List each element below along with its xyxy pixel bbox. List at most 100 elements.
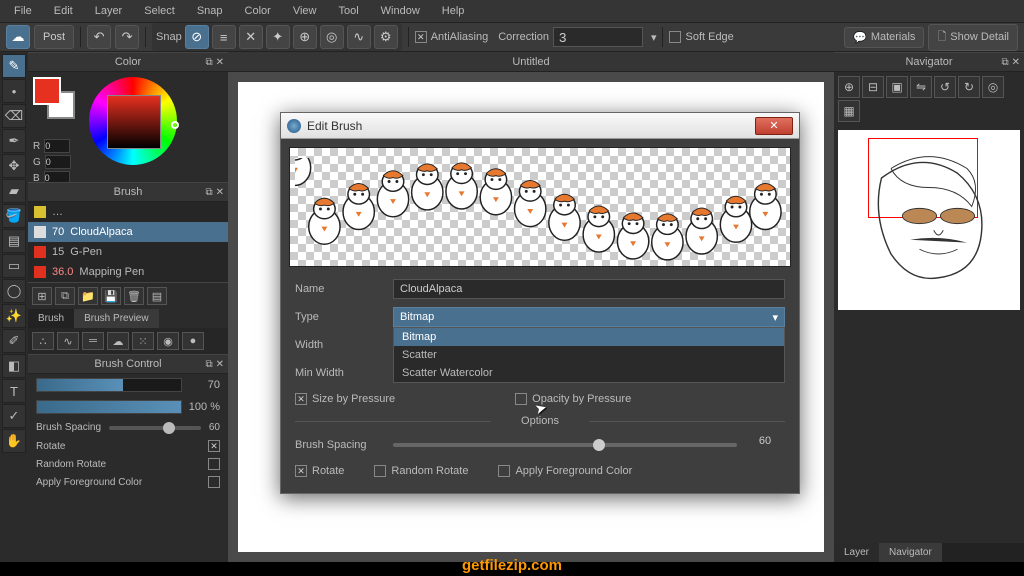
dlg-random-checkbox[interactable] [374, 465, 386, 477]
close-icon[interactable]: ✕ [216, 187, 224, 198]
brush-row[interactable]: 36.0Mapping Pen [28, 262, 228, 282]
dup-brush-button[interactable]: ⧉ [55, 287, 75, 305]
detach-icon[interactable]: ⧉ [205, 359, 212, 370]
type-select[interactable]: Bitmap▾ [393, 307, 785, 327]
redo-button[interactable]: ↷ [115, 25, 139, 49]
folder-brush-button[interactable]: 📁 [78, 287, 98, 305]
dropdown-item[interactable]: Scatter [394, 346, 784, 364]
brush-row[interactable]: 70CloudAlpaca [28, 222, 228, 242]
menu-color[interactable]: Color [235, 2, 281, 20]
zoomin-button[interactable]: ⊕ [838, 76, 860, 98]
pen-tool[interactable]: ✒ [2, 129, 26, 153]
detach-icon[interactable]: ⧉ [205, 187, 212, 198]
gradient-tool[interactable]: ▤ [2, 229, 26, 253]
fg-color-swatch[interactable] [33, 77, 61, 105]
flip-button[interactable]: ⇋ [910, 76, 932, 98]
menu-file[interactable]: File [4, 2, 42, 20]
canvas-tab[interactable]: Untitled [228, 52, 834, 72]
menu-snap[interactable]: Snap [187, 2, 233, 20]
dropdown-item[interactable]: Scatter Watercolor [394, 364, 784, 382]
brush-tool[interactable]: ✎ [2, 54, 26, 78]
hand-tool[interactable]: ✋ [2, 429, 26, 453]
shape-line[interactable]: ═ [82, 332, 104, 350]
close-icon[interactable]: ✕ [216, 359, 224, 370]
correction-input[interactable] [553, 27, 643, 47]
shape-dots[interactable]: ∴ [32, 332, 54, 350]
antialias-checkbox[interactable] [415, 31, 427, 43]
fit-button[interactable]: ▣ [886, 76, 908, 98]
eraser-tool[interactable]: ⌫ [2, 104, 26, 128]
bspacing-slider[interactable] [393, 443, 737, 447]
snap-radial-icon[interactable]: ⊕ [293, 25, 317, 49]
spacing-slider[interactable] [109, 426, 201, 430]
g-input[interactable] [45, 155, 71, 169]
size-slider[interactable] [36, 378, 182, 392]
menu-edit[interactable]: Edit [44, 2, 83, 20]
menu-layer[interactable]: Layer [85, 2, 133, 20]
brush-row[interactable]: 15G-Pen [28, 242, 228, 262]
snap-curve-icon[interactable]: ∿ [347, 25, 371, 49]
more-brush-button[interactable]: ▤ [147, 287, 167, 305]
r-input[interactable] [44, 139, 70, 153]
rotr-button[interactable]: ↻ [958, 76, 980, 98]
rotl-button[interactable]: ↺ [934, 76, 956, 98]
detach-icon[interactable]: ⧉ [205, 57, 212, 68]
softedge-checkbox[interactable] [669, 31, 681, 43]
shape-swirl[interactable]: ◉ [157, 332, 179, 350]
del-brush-button[interactable]: 🗑 [124, 287, 144, 305]
snap-circle-icon[interactable]: ◎ [320, 25, 344, 49]
menu-tool[interactable]: Tool [328, 2, 368, 20]
dialog-titlebar[interactable]: Edit Brush ✕ [281, 113, 799, 139]
cloud-button[interactable]: ☁ [6, 25, 30, 49]
showdetail-button[interactable]: 🗋 Show Detail [928, 24, 1018, 51]
opacity-slider[interactable] [36, 400, 182, 414]
post-button[interactable]: Post [34, 25, 74, 49]
shape-soft[interactable]: ● [182, 332, 204, 350]
save-brush-button[interactable]: 💾 [101, 287, 121, 305]
menu-select[interactable]: Select [134, 2, 185, 20]
lasso-tool[interactable]: ◯ [2, 279, 26, 303]
menu-window[interactable]: Window [371, 2, 430, 20]
menu-view[interactable]: View [283, 2, 327, 20]
undo-button[interactable]: ↶ [87, 25, 111, 49]
bucket-tool[interactable]: 🪣 [2, 204, 26, 228]
reset-button[interactable]: ◎ [982, 76, 1004, 98]
snap-parallel-icon[interactable]: ≡ [212, 25, 236, 49]
snap-settings-icon[interactable]: ⚙ [374, 25, 398, 49]
move-tool[interactable]: ✥ [2, 154, 26, 178]
rotate-checkbox[interactable] [208, 440, 220, 452]
tab-brush-preview[interactable]: Brush Preview [74, 309, 158, 328]
marquee-tool[interactable]: ▭ [2, 254, 26, 278]
selectpen-tool[interactable]: ✐ [2, 329, 26, 353]
menu-help[interactable]: Help [432, 2, 475, 20]
tab-brush[interactable]: Brush [28, 309, 74, 328]
shape-wave[interactable]: ∿ [57, 332, 79, 350]
zoomout-button[interactable]: ⊟ [862, 76, 884, 98]
random-checkbox[interactable] [208, 458, 220, 470]
fgcolor-checkbox[interactable] [208, 476, 220, 488]
materials-button[interactable]: 💬 Materials [844, 27, 924, 48]
snap-vanish-icon[interactable]: ✦ [266, 25, 290, 49]
detach-icon[interactable]: ⧉ [1001, 57, 1008, 68]
close-icon[interactable]: ✕ [216, 57, 224, 68]
wand-tool[interactable]: ✨ [2, 304, 26, 328]
dlg-fgcolor-checkbox[interactable] [498, 465, 510, 477]
fill-tool[interactable]: ▰ [2, 179, 26, 203]
opacpressure-checkbox[interactable] [515, 393, 527, 405]
navigator-preview[interactable] [838, 130, 1020, 310]
eyedrop-tool[interactable]: ✓ [2, 404, 26, 428]
shape-cloud[interactable]: ☁ [107, 332, 129, 350]
selecterase-tool[interactable]: ◧ [2, 354, 26, 378]
snap-cross-icon[interactable]: ✕ [239, 25, 263, 49]
brush-row[interactable]: … [28, 202, 228, 222]
dropdown-item[interactable]: Bitmap [394, 328, 784, 346]
snap-off-icon[interactable]: ⊘ [185, 25, 209, 49]
grid-button[interactable]: ▦ [838, 100, 860, 122]
dot-tool[interactable]: • [2, 79, 26, 103]
shape-scatter[interactable]: ⁙ [132, 332, 154, 350]
sizepressure-checkbox[interactable] [295, 393, 307, 405]
text-tool[interactable]: T [2, 379, 26, 403]
add-brush-button[interactable]: ⊞ [32, 287, 52, 305]
close-icon[interactable]: ✕ [1012, 57, 1020, 68]
name-input[interactable] [393, 279, 785, 299]
